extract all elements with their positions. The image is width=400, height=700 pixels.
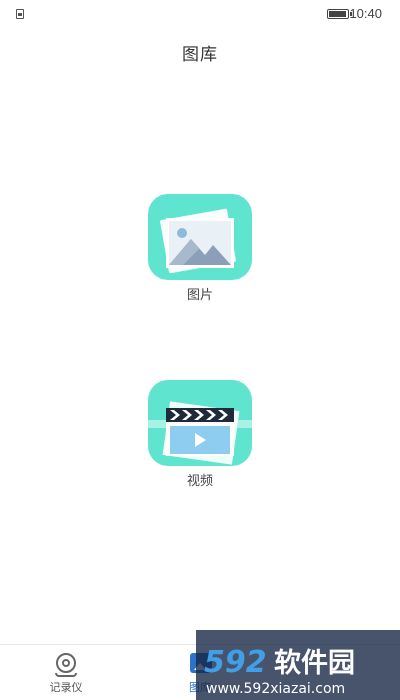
- svg-text:www.592xiazai.com: www.592xiazai.com: [206, 681, 345, 697]
- battery-icon: [327, 9, 352, 19]
- videos-label: 视频: [186, 474, 213, 489]
- photo-gallery-icon: [148, 194, 252, 280]
- nav-item-recorder[interactable]: 记录仪: [26, 651, 106, 695]
- play-icon: [195, 433, 206, 447]
- camera-recorder-icon: [53, 651, 79, 677]
- svg-text:软件园: 软件园: [274, 648, 355, 679]
- svg-text:592: 592: [204, 645, 267, 680]
- videos-tile[interactable]: 视频: [148, 380, 252, 489]
- photos-tile[interactable]: 图片: [148, 194, 252, 303]
- video-clapper-icon: [148, 380, 252, 466]
- sim-icon: [16, 9, 24, 19]
- nav-label-recorder: 记录仪: [49, 681, 83, 694]
- status-time: 10:40: [349, 6, 382, 21]
- status-bar: 10:40: [0, 0, 400, 28]
- photos-label: 图片: [186, 288, 213, 303]
- watermark: 592 软件园 www.592xiazai.com: [196, 630, 400, 700]
- page-title: 图库: [182, 45, 218, 65]
